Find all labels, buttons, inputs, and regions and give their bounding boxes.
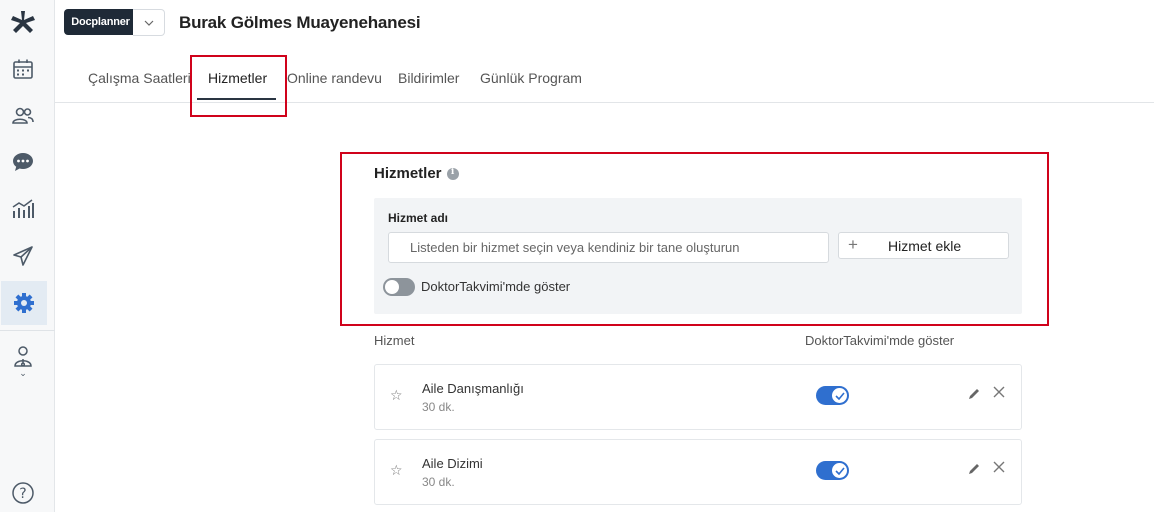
calendar-icon[interactable] (0, 47, 46, 91)
annotation-highlight-tab (190, 55, 287, 117)
check-icon (832, 388, 847, 403)
chevron-down-icon (144, 20, 153, 26)
service-row: ☆ Aile Danışmanlığı 30 dk. (374, 364, 1022, 430)
svg-text:?: ? (19, 486, 26, 502)
send-icon[interactable] (0, 234, 46, 278)
tab-online-booking[interactable]: Online randevu (287, 70, 382, 86)
check-icon (832, 463, 847, 478)
messages-icon[interactable] (0, 140, 46, 184)
service-duration: 30 dk. (422, 475, 455, 489)
page-title: Burak Gölmes Muayenehanesi (179, 13, 421, 32)
logo-icon[interactable] (0, 1, 46, 45)
settings-icon[interactable] (1, 281, 47, 325)
sidebar: ⌄ ? (0, 0, 55, 512)
brand-button[interactable]: Docplanner (64, 9, 137, 35)
doctor-profile-icon[interactable]: ⌄ (0, 338, 46, 384)
column-header-show: DoktorTakvimi'mde göster (805, 333, 955, 348)
chevron-down-icon[interactable]: ⌄ (19, 369, 27, 378)
stats-icon[interactable] (0, 187, 46, 231)
annotation-highlight-card (340, 152, 1049, 326)
help-icon[interactable]: ? (0, 471, 46, 512)
sidebar-divider (0, 330, 55, 331)
close-icon[interactable] (992, 385, 1006, 399)
close-icon[interactable] (992, 460, 1006, 474)
service-row: ☆ Aile Dizimi 30 dk. (374, 439, 1022, 505)
column-header-service: Hizmet (374, 333, 415, 348)
tab-daily-schedule[interactable]: Günlük Program (480, 70, 582, 86)
service-name: Aile Danışmanlığı (422, 381, 524, 396)
service-name: Aile Dizimi (422, 456, 483, 471)
service-visibility-toggle[interactable] (816, 461, 849, 480)
service-duration: 30 dk. (422, 400, 455, 414)
tab-working-hours[interactable]: Çalışma Saatleri (88, 70, 191, 86)
star-icon[interactable]: ☆ (390, 462, 403, 479)
brand-dropdown[interactable] (133, 9, 165, 36)
patients-icon[interactable] (0, 94, 46, 138)
star-icon[interactable]: ☆ (390, 387, 403, 404)
tab-notifications[interactable]: Bildirimler (398, 70, 459, 86)
pencil-icon[interactable] (967, 387, 981, 401)
service-visibility-toggle[interactable] (816, 386, 849, 405)
pencil-icon[interactable] (967, 462, 981, 476)
